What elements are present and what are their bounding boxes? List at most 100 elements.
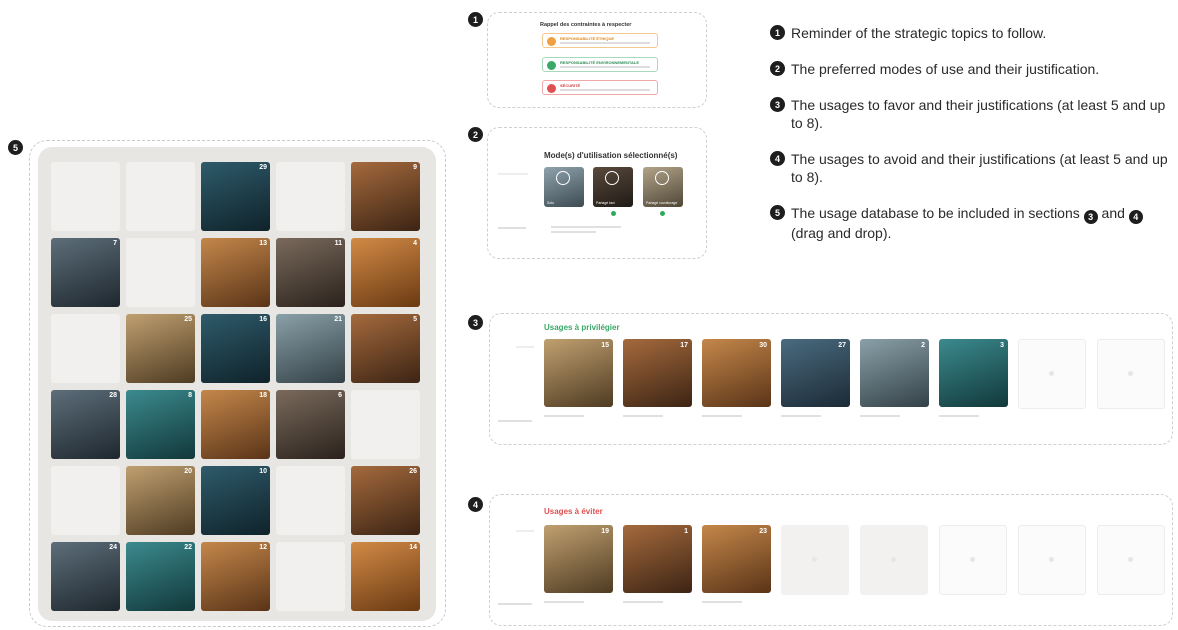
mode-label: Solo xyxy=(547,201,555,205)
usage-card[interactable]: 11 xyxy=(276,238,345,307)
drop-slot[interactable] xyxy=(1097,525,1165,595)
mode-label: Partagé taxi xyxy=(596,201,615,205)
usage-card[interactable]: 10 xyxy=(201,466,270,535)
justification-line xyxy=(623,415,663,417)
justification-line xyxy=(702,415,742,417)
avoid-title: Usages à éviter xyxy=(544,507,603,516)
favor-title: Usages à privilégier xyxy=(544,323,620,332)
usage-card[interactable]: 14 xyxy=(351,542,420,611)
usage-number: 15 xyxy=(601,342,609,349)
usage-card[interactable]: 20 xyxy=(126,466,195,535)
usage-card[interactable]: 19 xyxy=(544,525,613,593)
usage-number: 14 xyxy=(409,544,417,551)
inline-marker-3: 3 xyxy=(1083,210,1098,224)
usage-number: 6 xyxy=(338,392,342,399)
usage-card[interactable]: 5 xyxy=(351,314,420,383)
justification-line xyxy=(623,601,663,603)
usage-card[interactable]: 26 xyxy=(351,466,420,535)
section-4-marker: 4 xyxy=(468,497,483,512)
usage-card[interactable]: 13 xyxy=(201,238,270,307)
inline-marker-4: 4 xyxy=(1128,210,1143,224)
usage-card[interactable]: 6 xyxy=(276,390,345,459)
drop-slot[interactable] xyxy=(860,525,928,595)
usage-number: 2 xyxy=(921,342,925,349)
drop-slot[interactable] xyxy=(781,525,849,595)
usage-card[interactable]: 1 xyxy=(623,525,692,593)
legend-item-4: 4 The usages to avoid and their justific… xyxy=(770,150,1170,186)
justification-line xyxy=(544,601,584,603)
legend-text-part: The usage database to be included in sec… xyxy=(791,205,1080,221)
usage-number: 1 xyxy=(684,528,688,535)
usage-card[interactable]: 21 xyxy=(276,314,345,383)
empty-slot xyxy=(351,390,420,459)
legend-text: The usage database to be included in sec… xyxy=(791,204,1170,242)
usage-card[interactable]: 2 xyxy=(860,339,929,407)
legend-text-part: (drag and drop). xyxy=(791,225,892,241)
usage-number: 20 xyxy=(184,468,192,475)
usage-number: 8 xyxy=(188,392,192,399)
usage-card[interactable]: 17 xyxy=(623,339,692,407)
constraint-environment: RESPONSABILITÉ ENVIRONNEMENTALE xyxy=(542,57,658,72)
legend-text: The usages to avoid and their justificat… xyxy=(791,151,1168,185)
usage-card[interactable]: 22 xyxy=(126,542,195,611)
usage-number: 5 xyxy=(413,316,417,323)
legend-item-2: 2 The preferred modes of use and their j… xyxy=(770,60,1170,78)
mode-card-solo[interactable]: Solo xyxy=(544,167,584,207)
usage-card[interactable]: 3 xyxy=(939,339,1008,407)
empty-slot xyxy=(51,314,120,383)
legend-text: Reminder of the strategic topics to foll… xyxy=(791,25,1047,41)
avoid-side-label xyxy=(516,530,534,532)
usage-card[interactable]: 16 xyxy=(201,314,270,383)
usage-card[interactable]: 23 xyxy=(702,525,771,593)
mode-card-carpool[interactable]: Partagé covoiturage xyxy=(643,167,683,207)
safety-icon xyxy=(547,84,556,93)
constraint-ethics: RESPONSABILITÉ ÉTHIQUE xyxy=(542,33,658,48)
legend-marker: 2 xyxy=(770,61,785,76)
section-1-marker: 1 xyxy=(468,12,483,27)
drop-slot[interactable] xyxy=(1097,339,1165,409)
section-2-marker: 2 xyxy=(468,127,483,142)
selected-indicator xyxy=(611,211,616,216)
usage-number: 29 xyxy=(259,164,267,171)
usage-card[interactable]: 15 xyxy=(544,339,613,407)
usage-number: 10 xyxy=(259,468,267,475)
drop-slot[interactable] xyxy=(939,525,1007,595)
usage-card[interactable]: 8 xyxy=(126,390,195,459)
usage-card[interactable]: 30 xyxy=(702,339,771,407)
selected-indicator xyxy=(660,211,665,216)
empty-slot xyxy=(126,162,195,231)
usage-number: 12 xyxy=(259,544,267,551)
usage-card[interactable]: 12 xyxy=(201,542,270,611)
constraint-label: SÉCURITÉ xyxy=(560,83,581,88)
usage-number: 16 xyxy=(259,316,267,323)
usage-card[interactable]: 27 xyxy=(781,339,850,407)
constraint-description xyxy=(560,66,650,68)
justification-line xyxy=(551,231,596,233)
usage-card[interactable]: 25 xyxy=(126,314,195,383)
justification-line xyxy=(498,420,532,422)
legend-text: The usages to favor and their justificat… xyxy=(791,97,1166,131)
usage-number: 4 xyxy=(413,240,417,247)
favor-side-label xyxy=(516,346,534,348)
legend-marker: 3 xyxy=(770,97,785,112)
usage-number: 17 xyxy=(680,342,688,349)
usage-card[interactable]: 28 xyxy=(51,390,120,459)
justification-line xyxy=(498,227,526,229)
drop-slot[interactable] xyxy=(1018,339,1086,409)
section-3-marker: 3 xyxy=(468,315,483,330)
usage-number: 18 xyxy=(259,392,267,399)
usage-card[interactable]: 9 xyxy=(351,162,420,231)
usage-database-grid: 29 9 7 13 11 4 25 16 21 5 28 8 18 6 20 10 26 24 22 12 14 xyxy=(51,162,420,611)
usage-card[interactable]: 29 xyxy=(201,162,270,231)
usage-card[interactable]: 7 xyxy=(51,238,120,307)
constraint-label: RESPONSABILITÉ ÉTHIQUE xyxy=(560,36,615,41)
justification-line xyxy=(860,415,900,417)
justification-line xyxy=(939,415,979,417)
usage-card[interactable]: 18 xyxy=(201,390,270,459)
constraints-title: Rappel des contraintes à respecter xyxy=(540,22,632,28)
mode-card-taxi[interactable]: Partagé taxi xyxy=(593,167,633,207)
empty-slot xyxy=(126,238,195,307)
usage-card[interactable]: 24 xyxy=(51,542,120,611)
usage-card[interactable]: 4 xyxy=(351,238,420,307)
drop-slot[interactable] xyxy=(1018,525,1086,595)
